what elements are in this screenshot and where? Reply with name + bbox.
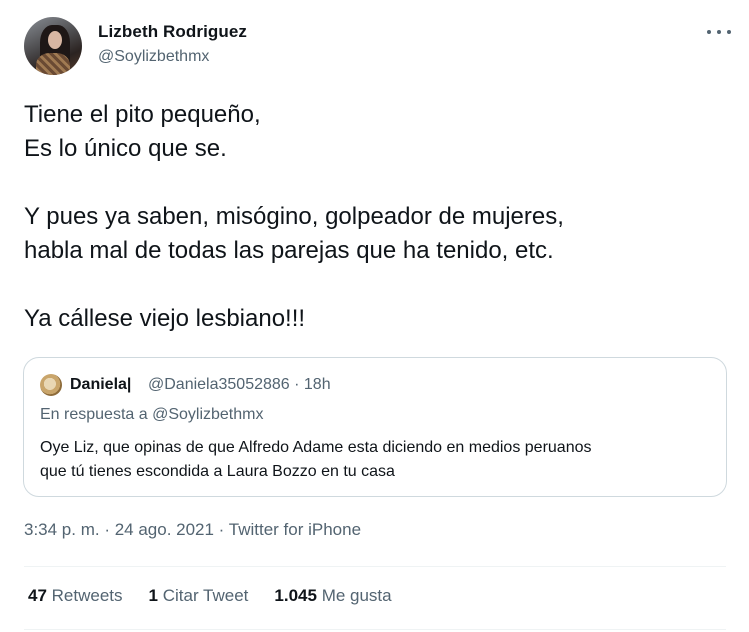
tweet-line: Es lo único que se. [24,135,227,162]
tweet-line: Ya cállese viejo lesbiano!!! [24,305,306,332]
quoted-text: Oye Liz, que opinas de que Alfredo Adame… [40,436,712,484]
tweet-line: Tiene el pito pequeño, [24,101,261,128]
quoted-author-avatar [40,374,62,396]
likes-label: Me gusta [321,586,392,605]
quotes-label: Citar Tweet [162,586,249,605]
quoted-line: que tú tienes escondida a Laura Bozzo en… [40,463,395,480]
quoted-line: Oye Liz, que opinas de que Alfredo Adame… [40,439,592,456]
tweet-line: Y pues ya saben, misógino, golpeador de … [24,203,564,230]
retweets-label: Retweets [51,586,123,605]
tweet-timestamp[interactable]: 3:34 p. m. · 24 ago. 2021 · [24,520,229,539]
dot [727,30,731,34]
avatar-face [48,31,62,49]
retweets-count: 47 [28,586,47,605]
quotes-count: 1 [148,586,158,605]
tweet-text: Tiene el pito pequeño, Es lo único que s… [24,98,724,336]
quoted-author-handle-time: @Daniela35052886 · 18h [148,376,331,393]
engagement-stats: 47 Retweets 1 Citar Tweet 1.045 Me gusta [28,586,418,606]
quoted-reply-context: En respuesta a @Soylizbethmx [40,406,264,423]
tweet-source[interactable]: Twitter for iPhone [229,520,361,539]
dot [717,30,721,34]
tweet-meta: 3:34 p. m. · 24 ago. 2021 · Twitter for … [24,520,361,540]
quoted-author-name: Daniela| [70,376,132,393]
tweet-line: habla mal de todas las parejas que ha te… [24,237,554,264]
divider [24,566,726,567]
retweets-stat[interactable]: 47 Retweets [28,586,123,606]
more-options-icon[interactable] [707,22,731,42]
tweet-line [24,166,724,200]
likes-count: 1.045 [274,586,317,605]
tweet-line [24,268,724,302]
tweet-card: Lizbeth Rodriguez @Soylizbethmx Tiene el… [0,0,749,632]
likes-stat[interactable]: 1.045 Me gusta [274,586,391,606]
divider [24,629,726,630]
avatar-dress [36,53,70,75]
quote-tweets-stat[interactable]: 1 Citar Tweet [149,586,249,606]
dot [707,30,711,34]
author-avatar[interactable] [24,17,82,75]
quoted-tweet[interactable]: Daniela| @Daniela35052886 · 18h En respu… [23,357,727,497]
author-handle[interactable]: @Soylizbethmx [98,48,209,66]
author-name[interactable]: Lizbeth Rodriguez [98,22,247,42]
